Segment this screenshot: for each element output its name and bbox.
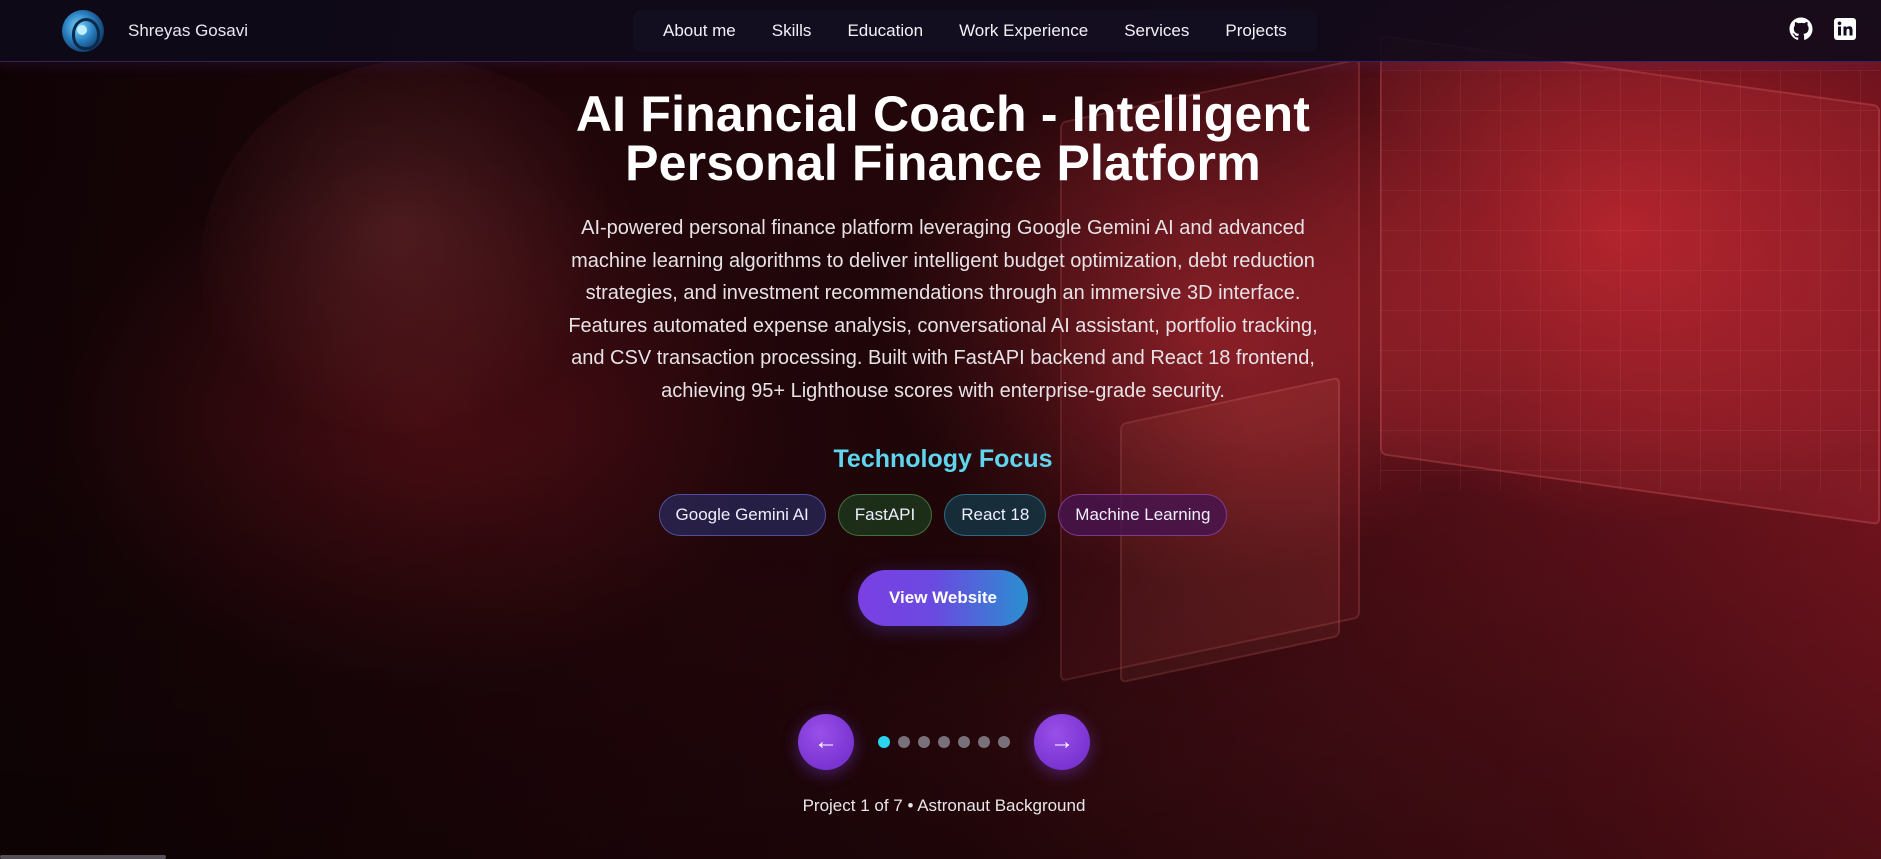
technology-focus-heading: Technology Focus: [833, 445, 1053, 473]
carousel-dot-4[interactable]: [938, 736, 950, 748]
top-navbar: Shreyas Gosavi About me Skills Education…: [0, 0, 1881, 62]
next-project-button[interactable]: →: [1034, 714, 1090, 770]
linkedin-icon[interactable]: [1833, 17, 1857, 41]
tech-tag-react-18[interactable]: React 18: [944, 494, 1047, 536]
carousel-dot-7[interactable]: [998, 736, 1010, 748]
brand-name[interactable]: Shreyas Gosavi: [128, 21, 248, 41]
nav-item-work-experience[interactable]: Work Experience: [941, 21, 1106, 41]
carousel-dots: [878, 736, 1010, 748]
project-description: AI-powered personal finance platform lev…: [568, 217, 1318, 402]
carousel-dot-2[interactable]: [898, 736, 910, 748]
project-title-line-2: Personal Finance Platform: [625, 135, 1261, 191]
carousel-dot-3[interactable]: [918, 736, 930, 748]
tech-tag-machine-learning[interactable]: Machine Learning: [1058, 494, 1228, 536]
project-hero: AI Financial Coach - Intelligent Persona…: [540, 89, 1346, 626]
github-icon[interactable]: [1789, 17, 1813, 41]
nav-item-projects[interactable]: Projects: [1207, 21, 1304, 41]
project-counter: Project 1 of 7 • Astronaut Background: [802, 796, 1086, 815]
horizontal-scrollbar[interactable]: [0, 855, 166, 859]
atom-logo-icon[interactable]: [62, 10, 104, 52]
previous-project-button[interactable]: ←: [798, 714, 854, 770]
tech-tag-fastapi[interactable]: FastAPI: [837, 494, 933, 536]
carousel-dot-1[interactable]: [878, 736, 890, 748]
main-nav: About me Skills Education Work Experienc…: [633, 10, 1317, 52]
carousel-dot-6[interactable]: [978, 736, 990, 748]
project-title: AI Financial Coach - Intelligent Persona…: [540, 89, 1346, 191]
nav-item-education[interactable]: Education: [829, 21, 941, 41]
nav-item-about-me[interactable]: About me: [645, 21, 754, 41]
brand[interactable]: Shreyas Gosavi: [62, 10, 248, 52]
tech-tag-google-gemini-ai[interactable]: Google Gemini AI: [658, 494, 826, 536]
tech-tags: Google Gemini AI FastAPI React 18 Machin…: [540, 494, 1346, 536]
nav-item-services[interactable]: Services: [1106, 21, 1207, 41]
view-website-button[interactable]: View Website: [858, 570, 1028, 626]
project-carousel-controls: ← →: [798, 714, 1090, 770]
social-links: [1789, 17, 1857, 41]
project-title-line-1: AI Financial Coach - Intelligent: [575, 86, 1311, 142]
nav-item-skills[interactable]: Skills: [754, 21, 830, 41]
carousel-dot-5[interactable]: [958, 736, 970, 748]
